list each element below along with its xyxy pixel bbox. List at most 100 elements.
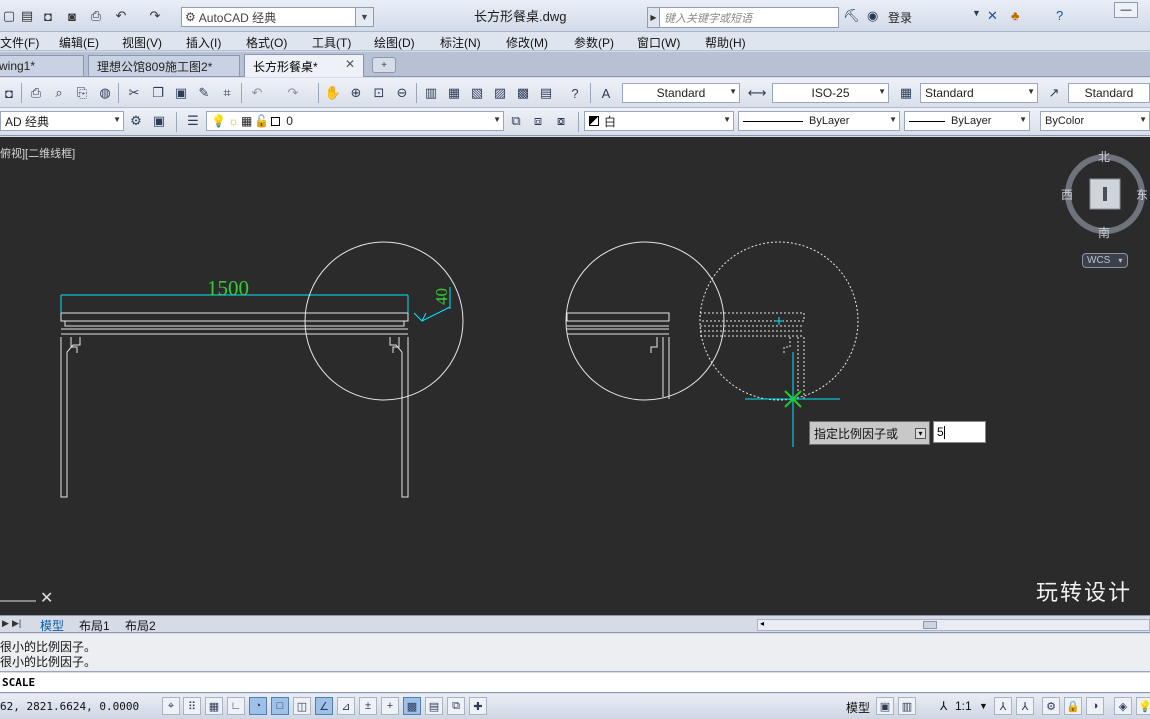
menu-view[interactable]: 视图(V) <box>122 34 162 51</box>
open-folder-icon[interactable]: ▤ <box>18 7 36 25</box>
plotstyle-select[interactable]: ByColor ▼ <box>1040 111 1150 131</box>
doc-tab-drawing1[interactable]: wing1* <box>0 55 84 76</box>
isolate-objects-icon[interactable]: ◈ <box>1114 697 1132 715</box>
undo-icon[interactable]: ↶ <box>248 84 266 102</box>
chevron-down-icon[interactable]: ▼ <box>355 8 373 26</box>
table-style-select[interactable]: Standard ▼ <box>920 83 1038 103</box>
auto-scale-icon[interactable]: ⅄ <box>1016 697 1034 715</box>
quick-properties-icon[interactable]: ▤ <box>425 697 443 715</box>
chevron-down-icon[interactable]: ▼ <box>979 701 988 711</box>
layer-previous-icon[interactable]: ⧈ <box>529 112 547 130</box>
plot-preview-icon[interactable]: ⌕ <box>50 84 68 102</box>
calculator-icon[interactable]: ▤ <box>537 84 555 102</box>
menu-tools[interactable]: 工具(T) <box>312 34 351 51</box>
block-editor-icon[interactable]: ⌗ <box>218 84 236 102</box>
redo-icon[interactable]: ↷ <box>146 7 164 25</box>
next-layout-icon[interactable]: ▶| <box>12 618 21 629</box>
object-snap-tracking-icon[interactable]: ∠ <box>315 697 333 715</box>
layout-tab-layout1[interactable]: 布局1 <box>79 617 110 634</box>
workspace-switch-icon[interactable]: ⚙ <box>1042 697 1060 715</box>
snap-mode-icon[interactable]: ⠿ <box>183 697 201 715</box>
annotation-scale[interactable]: 1:1 <box>955 699 972 713</box>
make-current-layer-icon[interactable]: ⧉ <box>507 112 525 130</box>
lineweight-icon[interactable]: + <box>381 697 399 715</box>
color-select[interactable]: 白 ▼ <box>584 111 734 131</box>
tool-palettes-icon[interactable]: ▧ <box>468 84 486 102</box>
publish-icon[interactable]: ⎘ <box>73 84 91 102</box>
annotation-scale-icon[interactable]: ⅄ <box>940 699 947 713</box>
layout-tab-model[interactable]: 模型 <box>40 617 64 634</box>
menu-format[interactable]: 格式(O) <box>246 34 287 51</box>
hardware-acceleration-icon[interactable]: ◑ <box>1086 697 1104 715</box>
layer-select[interactable]: 💡 ☼ ▦ 🔓 0 ▼ <box>206 111 504 131</box>
dynamic-input-icon[interactable]: ± <box>359 697 377 715</box>
workspace-selector[interactable]: ⚙ AutoCAD 经典 ▼ <box>181 7 374 27</box>
model-space-toggle[interactable]: 模型 <box>846 699 870 716</box>
scroll-thumb[interactable] <box>923 621 937 629</box>
new-file-icon[interactable]: ▢ <box>0 7 18 25</box>
menu-draw[interactable]: 绘图(D) <box>374 34 415 51</box>
transparency-icon[interactable]: ▩ <box>403 697 421 715</box>
match-properties-icon[interactable]: ✎ <box>195 84 213 102</box>
menu-dimension[interactable]: 标注(N) <box>440 34 481 51</box>
menu-edit[interactable]: 编辑(E) <box>59 34 99 51</box>
gear-icon[interactable]: ⚙ <box>127 112 145 130</box>
zoom-previous-icon[interactable]: ⊖ <box>393 84 411 102</box>
multileader-style-select[interactable]: Standard <box>1068 83 1150 103</box>
table-style-icon[interactable]: ▦ <box>897 84 915 102</box>
polar-tracking-icon[interactable]: ◔ <box>249 697 267 715</box>
stay-connected-icon[interactable]: ♣ <box>1011 8 1020 23</box>
coordinates-readout[interactable]: 62, 2821.6624, 0.0000 <box>0 700 139 713</box>
menu-file[interactable]: 文件(F) <box>0 34 39 51</box>
markup-icon[interactable]: ▩ <box>514 84 532 102</box>
search-input[interactable]: ▶ 键入关键字或短语 <box>647 7 839 28</box>
lineweight-select[interactable]: ByLayer ▼ <box>904 111 1030 131</box>
save-icon[interactable]: ◘ <box>39 7 57 25</box>
dim-style-icon[interactable]: ⟷ <box>748 84 767 102</box>
save-as-icon[interactable]: ◙ <box>63 7 81 25</box>
chevron-down-icon[interactable]: ▼ <box>972 8 981 18</box>
layout-tab-layout2[interactable]: 布局2 <box>125 617 156 634</box>
grid-display-icon[interactable]: ▦ <box>205 697 223 715</box>
linetype-select[interactable]: ByLayer ▼ <box>738 111 900 131</box>
exchange-icon[interactable]: ✕ <box>987 8 998 24</box>
3d-dwf-icon[interactable]: ◍ <box>96 84 114 102</box>
annotation-monitor-icon[interactable]: ✚ <box>469 697 487 715</box>
plot-icon[interactable]: ⎙ <box>27 84 45 102</box>
workspace-select[interactable]: AD 经典 ▼ <box>0 111 124 131</box>
text-style-icon[interactable]: A <box>597 84 615 102</box>
menu-help[interactable]: 帮助(H) <box>705 34 746 51</box>
new-tab-button[interactable]: + <box>372 57 396 73</box>
properties-icon[interactable]: ▥ <box>422 84 440 102</box>
menu-window[interactable]: 窗口(W) <box>637 34 680 51</box>
sheet-set-icon[interactable]: ▨ <box>491 84 509 102</box>
layer-manager-icon[interactable]: ☰ <box>184 112 202 130</box>
doc-tab-project[interactable]: 理想公馆809施工图2* <box>88 55 240 76</box>
copy-icon[interactable]: ❐ <box>149 84 167 102</box>
user-icon[interactable]: ◉ <box>867 8 878 24</box>
scroll-left-icon[interactable]: ◂ <box>760 619 764 628</box>
zoom-window-icon[interactable]: ⊡ <box>370 84 388 102</box>
ortho-mode-icon[interactable]: ∟ <box>227 697 245 715</box>
first-layout-icon[interactable]: ▶ <box>2 618 9 629</box>
menu-modify[interactable]: 修改(M) <box>506 34 548 51</box>
minimize-button[interactable]: — <box>1114 2 1138 18</box>
quick-view-icon[interactable]: ▥ <box>898 697 916 715</box>
annotation-visibility-icon[interactable]: ⅄ <box>994 697 1012 715</box>
cut-icon[interactable]: ✂ <box>125 84 143 102</box>
options-down-icon[interactable]: ▾ <box>915 428 926 439</box>
command-input[interactable]: SCALE <box>0 673 1150 693</box>
horizontal-scrollbar[interactable]: ◂ <box>757 619 1150 631</box>
drawing-canvas[interactable]: 俯视][二维线框] 1500 40 北 南 西 东 WCS ▾ ✕ 指定比例因子… <box>0 137 1150 615</box>
help-icon[interactable]: ? <box>566 84 584 102</box>
paste-icon[interactable]: ▣ <box>172 84 190 102</box>
design-center-icon[interactable]: ▦ <box>445 84 463 102</box>
3d-object-snap-icon[interactable]: ◫ <box>293 697 311 715</box>
multileader-style-icon[interactable]: ↗ <box>1045 84 1063 102</box>
lightbulb-icon[interactable]: 💡 <box>1136 697 1150 715</box>
help-icon[interactable]: ? <box>1056 8 1063 23</box>
print-icon[interactable]: ⎙ <box>87 7 105 25</box>
redo-icon[interactable]: ↷ <box>284 84 302 102</box>
layer-state-icon[interactable]: ⧇ <box>552 112 570 130</box>
wcs-menu[interactable]: WCS ▾ <box>1082 253 1128 268</box>
